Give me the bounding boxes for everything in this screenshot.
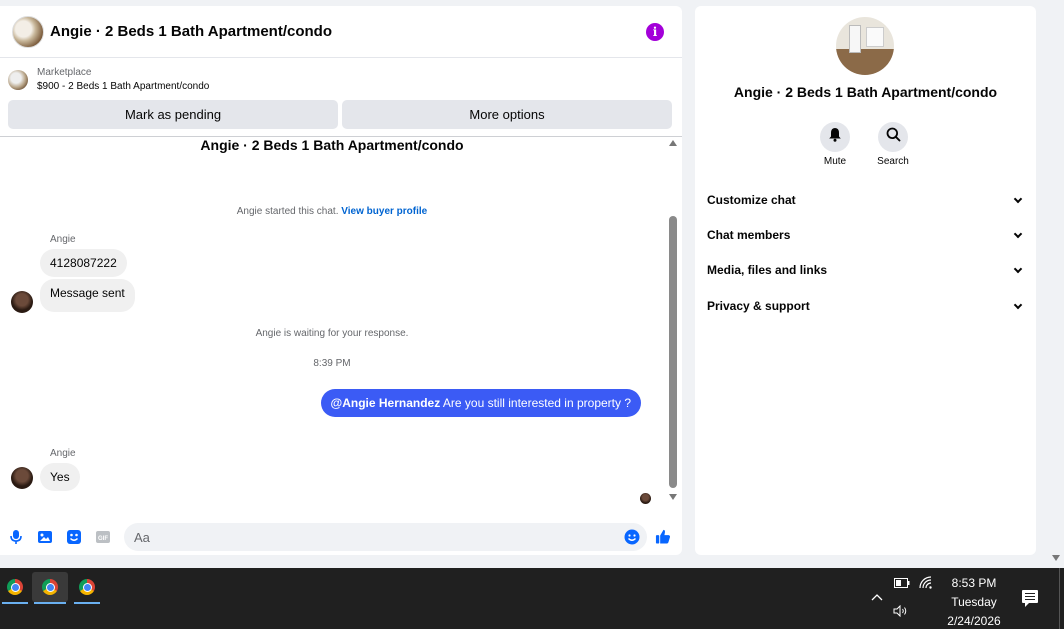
marketplace-label: Marketplace: [37, 67, 92, 78]
show-desktop-edge[interactable]: [1059, 568, 1060, 629]
mention-tag[interactable]: @Angie Hernandez: [331, 396, 441, 410]
chevron-down-icon: [1013, 264, 1023, 273]
message-input[interactable]: [124, 523, 647, 551]
mute-action[interactable]: Mute: [815, 122, 855, 167]
taskbar-chrome-2[interactable]: [32, 572, 68, 604]
clock-time: 8:53 PM: [951, 576, 997, 590]
message-list: Angie · 2 Beds 1 Bath Apartment/condo An…: [0, 136, 664, 511]
listing-profile-photo[interactable]: [836, 17, 894, 75]
conversation-title: Angie · 2 Beds 1 Bath Apartment/condo: [200, 137, 464, 153]
message-bubble-phone[interactable]: 4128087222: [40, 249, 127, 277]
info-panel-title: Angie · 2 Beds 1 Bath Apartment/condo: [733, 84, 998, 100]
outgoing-message-text: Are you still interested in property ?: [440, 396, 631, 410]
chat-title[interactable]: Angie · 2 Beds 1 Bath Apartment/condo: [50, 23, 646, 40]
mute-button[interactable]: [820, 122, 850, 152]
chevron-down-icon: [1013, 300, 1023, 309]
message-scrollbar[interactable]: [668, 136, 678, 502]
microphone-icon[interactable]: [8, 529, 24, 545]
bell-icon: [828, 127, 842, 147]
wifi-icon[interactable]: [919, 576, 933, 592]
clock-date: 2/24/2026: [947, 614, 1001, 628]
search-icon: [886, 127, 901, 147]
chrome-icon: [79, 579, 95, 595]
message-timestamp: 8:39 PM: [313, 358, 351, 369]
section-customize-chat[interactable]: Customize chat: [707, 193, 1025, 207]
section-chat-members[interactable]: Chat members: [707, 228, 1025, 242]
buyer-avatar[interactable]: [11, 291, 33, 313]
marketplace-listing: $900 - 2 Beds 1 Bath Apartment/condo: [37, 81, 210, 92]
buyer-avatar[interactable]: [11, 467, 33, 489]
chat-panel: Angie · 2 Beds 1 Bath Apartment/condo i …: [0, 6, 682, 555]
view-buyer-profile-link[interactable]: View buyer profile: [341, 206, 427, 217]
show-hidden-icons-chevron-icon[interactable]: [871, 590, 883, 604]
message-composer: GIF: [0, 520, 682, 554]
gif-icon[interactable]: GIF: [95, 529, 111, 545]
section-media-files-links[interactable]: Media, files and links: [707, 263, 1025, 277]
svg-text:GIF: GIF: [98, 536, 108, 542]
marketplace-thumbnail: [8, 70, 28, 90]
section-privacy-support[interactable]: Privacy & support: [707, 299, 1025, 313]
more-options-button[interactable]: More options: [342, 100, 672, 129]
section-label: Media, files and links: [707, 263, 828, 277]
scroll-thumb[interactable]: [669, 216, 677, 488]
taskbar-chrome-3[interactable]: [72, 572, 102, 604]
photo-icon[interactable]: [37, 529, 53, 545]
message-bubble-sent[interactable]: Message sent: [40, 279, 135, 312]
message-bubble-yes[interactable]: Yes: [40, 463, 80, 491]
section-label: Customize chat: [707, 193, 796, 207]
emoji-icon[interactable]: [624, 529, 640, 545]
chat-info-panel: Angie · 2 Beds 1 Bath Apartment/condo Mu…: [695, 6, 1036, 555]
thumbs-up-icon[interactable]: [655, 528, 671, 544]
sticker-icon[interactable]: [66, 529, 82, 545]
scroll-down-arrow[interactable]: [669, 494, 677, 500]
page-scroll-down-arrow[interactable]: [1052, 555, 1060, 561]
scroll-up-arrow[interactable]: [669, 140, 677, 146]
listing-avatar[interactable]: [12, 15, 44, 48]
outgoing-message-bubble[interactable]: @Angie Hernandez Are you still intereste…: [320, 389, 641, 417]
marketplace-bar[interactable]: Marketplace $900 - 2 Beds 1 Bath Apartme…: [0, 58, 682, 96]
section-label: Privacy & support: [707, 299, 810, 313]
chevron-down-icon: [1013, 194, 1023, 203]
chevron-down-icon: [1013, 229, 1023, 238]
clock-day: Tuesday: [951, 595, 997, 609]
sender-name: Angie: [50, 448, 76, 459]
seen-receipt-avatar: [640, 493, 651, 504]
sender-name: Angie: [50, 234, 76, 245]
search-action[interactable]: Search: [873, 122, 913, 167]
system-clock[interactable]: 8:53 PM Tuesday 2/24/2026: [938, 574, 1010, 629]
listing-actions: Mark as pending More options: [0, 96, 682, 129]
chat-started-notice: Angie started this chat. View buyer prof…: [0, 206, 664, 217]
chat-started-text: Angie started this chat.: [236, 206, 339, 217]
mark-as-pending-button[interactable]: Mark as pending: [8, 100, 338, 129]
chrome-icon: [7, 579, 23, 595]
mute-label: Mute: [823, 156, 847, 167]
search-button[interactable]: [878, 122, 908, 152]
battery-icon[interactable]: [894, 577, 910, 591]
section-label: Chat members: [707, 228, 791, 242]
taskbar-chrome-1[interactable]: [0, 572, 30, 604]
info-icon[interactable]: i: [646, 22, 664, 41]
notification-center-icon[interactable]: [1022, 590, 1038, 607]
chat-header: Angie · 2 Beds 1 Bath Apartment/condo i: [0, 6, 682, 58]
search-label: Search: [877, 156, 909, 167]
volume-icon[interactable]: [893, 604, 909, 620]
waiting-notice: Angie is waiting for your response.: [255, 328, 409, 339]
windows-taskbar: 8:53 PM Tuesday 2/24/2026: [0, 568, 1064, 629]
chrome-icon: [42, 579, 58, 595]
